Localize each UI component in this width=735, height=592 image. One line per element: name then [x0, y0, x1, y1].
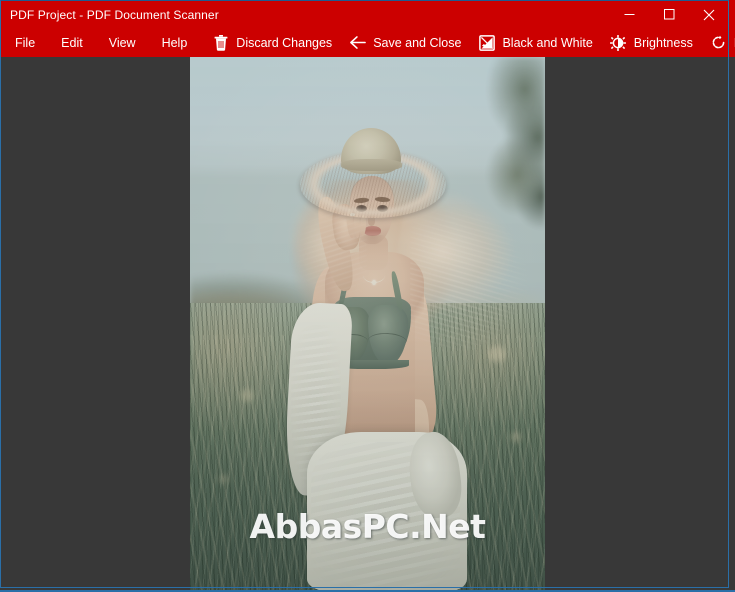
- maximize-button[interactable]: [649, 0, 689, 29]
- watermark-text: AbbasPC.Net: [249, 507, 486, 547]
- maximize-icon: [663, 9, 674, 20]
- rotate-icon: [710, 34, 727, 51]
- minimize-icon: [624, 14, 634, 15]
- close-button[interactable]: [689, 0, 729, 29]
- scanned-page-image[interactable]: AbbasPC.Net: [190, 57, 545, 592]
- close-icon: [703, 9, 715, 20]
- document-canvas[interactable]: AbbasPC.Net: [0, 57, 735, 592]
- black-and-white-button[interactable]: Black and White: [470, 31, 601, 55]
- window-controls: [609, 0, 729, 29]
- trash-icon: [212, 34, 229, 51]
- application-window: PDF Project - PDF Document Scanner File …: [0, 0, 735, 592]
- brightness-label: Brightness: [633, 35, 693, 50]
- black-and-white-label: Black and White: [502, 35, 593, 50]
- arrow-left-icon: [349, 34, 367, 51]
- minimize-button[interactable]: [609, 0, 649, 29]
- discard-changes-button[interactable]: Discard Changes: [204, 31, 341, 55]
- menu-item-view[interactable]: View: [96, 31, 149, 56]
- toolbar: File Edit View Help Discard Changes Save…: [0, 29, 735, 57]
- brightness-button[interactable]: Brightness: [602, 31, 702, 55]
- window-title: PDF Project - PDF Document Scanner: [10, 7, 219, 22]
- rotate-button[interactable]: Rotate: [702, 31, 735, 55]
- save-and-close-button[interactable]: Save and Close: [341, 31, 470, 55]
- menu-item-help[interactable]: Help: [149, 31, 201, 56]
- menu-item-file[interactable]: File: [2, 31, 48, 56]
- black-and-white-icon: [478, 34, 495, 51]
- menu-item-edit[interactable]: Edit: [48, 31, 96, 56]
- brightness-icon: [610, 34, 627, 51]
- discard-changes-label: Discard Changes: [236, 35, 333, 50]
- save-and-close-label: Save and Close: [373, 35, 462, 50]
- title-bar: PDF Project - PDF Document Scanner: [0, 0, 735, 29]
